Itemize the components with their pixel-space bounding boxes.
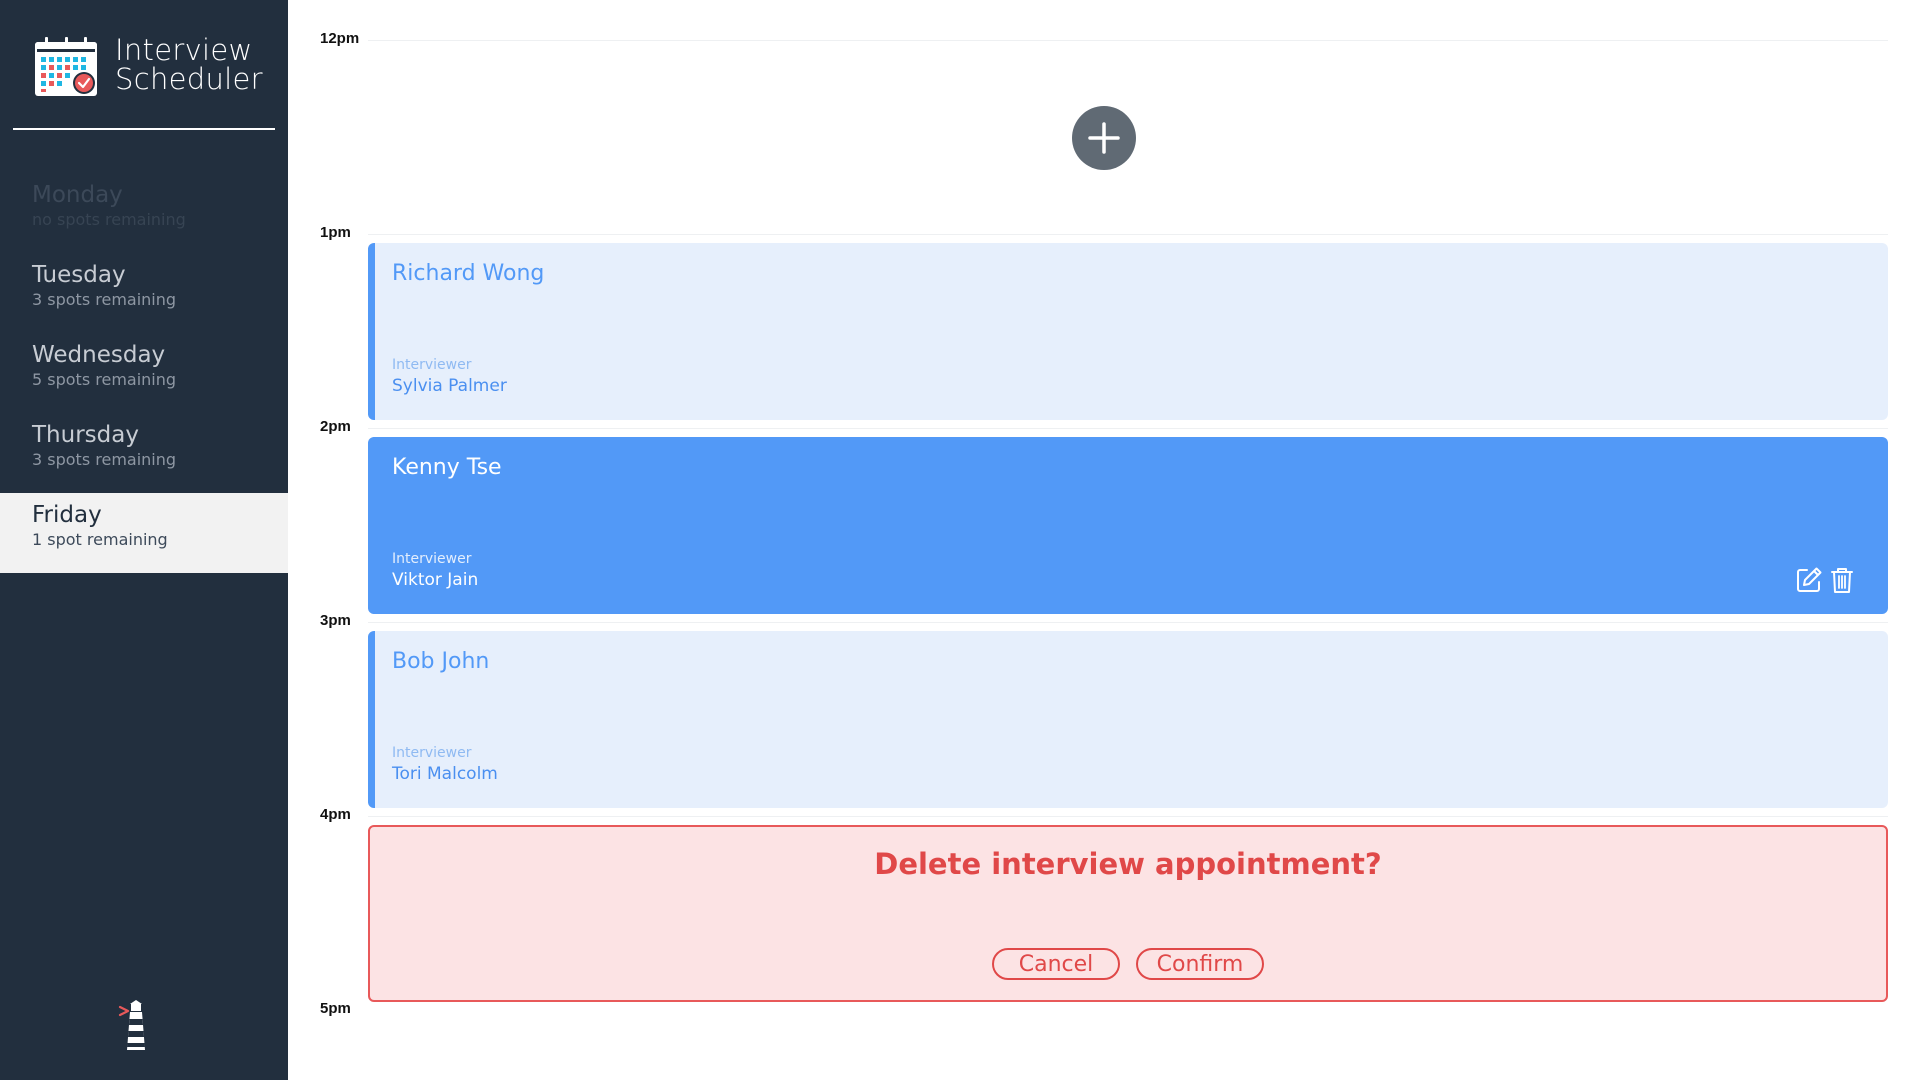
add-appointment-button[interactable] xyxy=(1072,106,1136,170)
interviewer-label: Interviewer xyxy=(392,745,472,761)
day-item-monday[interactable]: Monday no spots remaining xyxy=(0,173,288,253)
time-slot-12pm: 12pm xyxy=(288,0,1888,194)
schedule: 12pm 1pm Richard Wong Interviewer Sylvia… xyxy=(288,0,1920,1080)
app-title-line2: Scheduler xyxy=(115,62,263,96)
student-name: Bob John xyxy=(392,649,490,674)
app-title: Interview Scheduler xyxy=(115,36,263,94)
time-label: 3pm xyxy=(320,612,351,629)
day-spots: 3 spots remaining xyxy=(32,290,177,309)
day-name: Wednesday xyxy=(32,342,166,368)
day-name: Thursday xyxy=(32,422,139,448)
time-label: 5pm xyxy=(320,1000,351,1017)
plus-icon xyxy=(1088,122,1120,154)
day-item-tuesday[interactable]: Tuesday 3 spots remaining xyxy=(0,253,288,333)
interviewer-label: Interviewer xyxy=(392,551,472,567)
day-list: Monday no spots remaining Tuesday 3 spot… xyxy=(0,173,288,573)
day-spots: 5 spots remaining xyxy=(32,370,177,389)
time-divider xyxy=(368,234,1888,235)
calendar-check-icon xyxy=(35,37,97,96)
time-divider xyxy=(368,428,1888,429)
time-label: 2pm xyxy=(320,418,351,435)
day-name: Monday xyxy=(32,182,123,208)
time-label: 1pm xyxy=(320,224,351,241)
time-label: 12pm xyxy=(320,30,360,47)
day-item-friday[interactable]: Friday 1 spot remaining xyxy=(0,493,288,573)
lighthouse-logo-icon xyxy=(118,1000,145,1050)
time-slot-4pm: 4pm Delete interview appointment? Cancel… xyxy=(288,776,1888,1002)
app-title-line1: Interview xyxy=(115,33,253,67)
sidebar: Interview Scheduler Monday no spots rema… xyxy=(0,0,288,1080)
time-label: 4pm xyxy=(320,806,351,823)
time-divider xyxy=(368,622,1888,623)
time-slot-1pm: 1pm Richard Wong Interviewer Sylvia Palm… xyxy=(288,194,1888,420)
day-item-wednesday[interactable]: Wednesday 5 spots remaining xyxy=(0,333,288,413)
day-spots: 1 spot remaining xyxy=(32,530,168,549)
student-name: Kenny Tse xyxy=(392,455,502,480)
time-slot-3pm: 3pm Bob John Interviewer Tori Malcolm xyxy=(288,582,1888,808)
day-spots: no spots remaining xyxy=(32,210,186,229)
sidebar-divider xyxy=(13,128,275,130)
day-name: Friday xyxy=(32,502,102,528)
confirm-message: Delete interview appointment? xyxy=(874,847,1382,881)
brand: Interview Scheduler xyxy=(33,36,263,98)
time-slot-2pm: 2pm Kenny Tse Interviewer Viktor Jain xyxy=(288,388,1888,614)
day-spots: 3 spots remaining xyxy=(32,450,177,469)
student-name: Richard Wong xyxy=(392,261,545,286)
time-divider xyxy=(368,816,1888,817)
time-slot-5pm: 5pm xyxy=(288,970,1888,1080)
time-divider xyxy=(368,40,1888,41)
day-item-thursday[interactable]: Thursday 3 spots remaining xyxy=(0,413,288,493)
interviewer-label: Interviewer xyxy=(392,357,472,373)
day-name: Tuesday xyxy=(32,262,126,288)
